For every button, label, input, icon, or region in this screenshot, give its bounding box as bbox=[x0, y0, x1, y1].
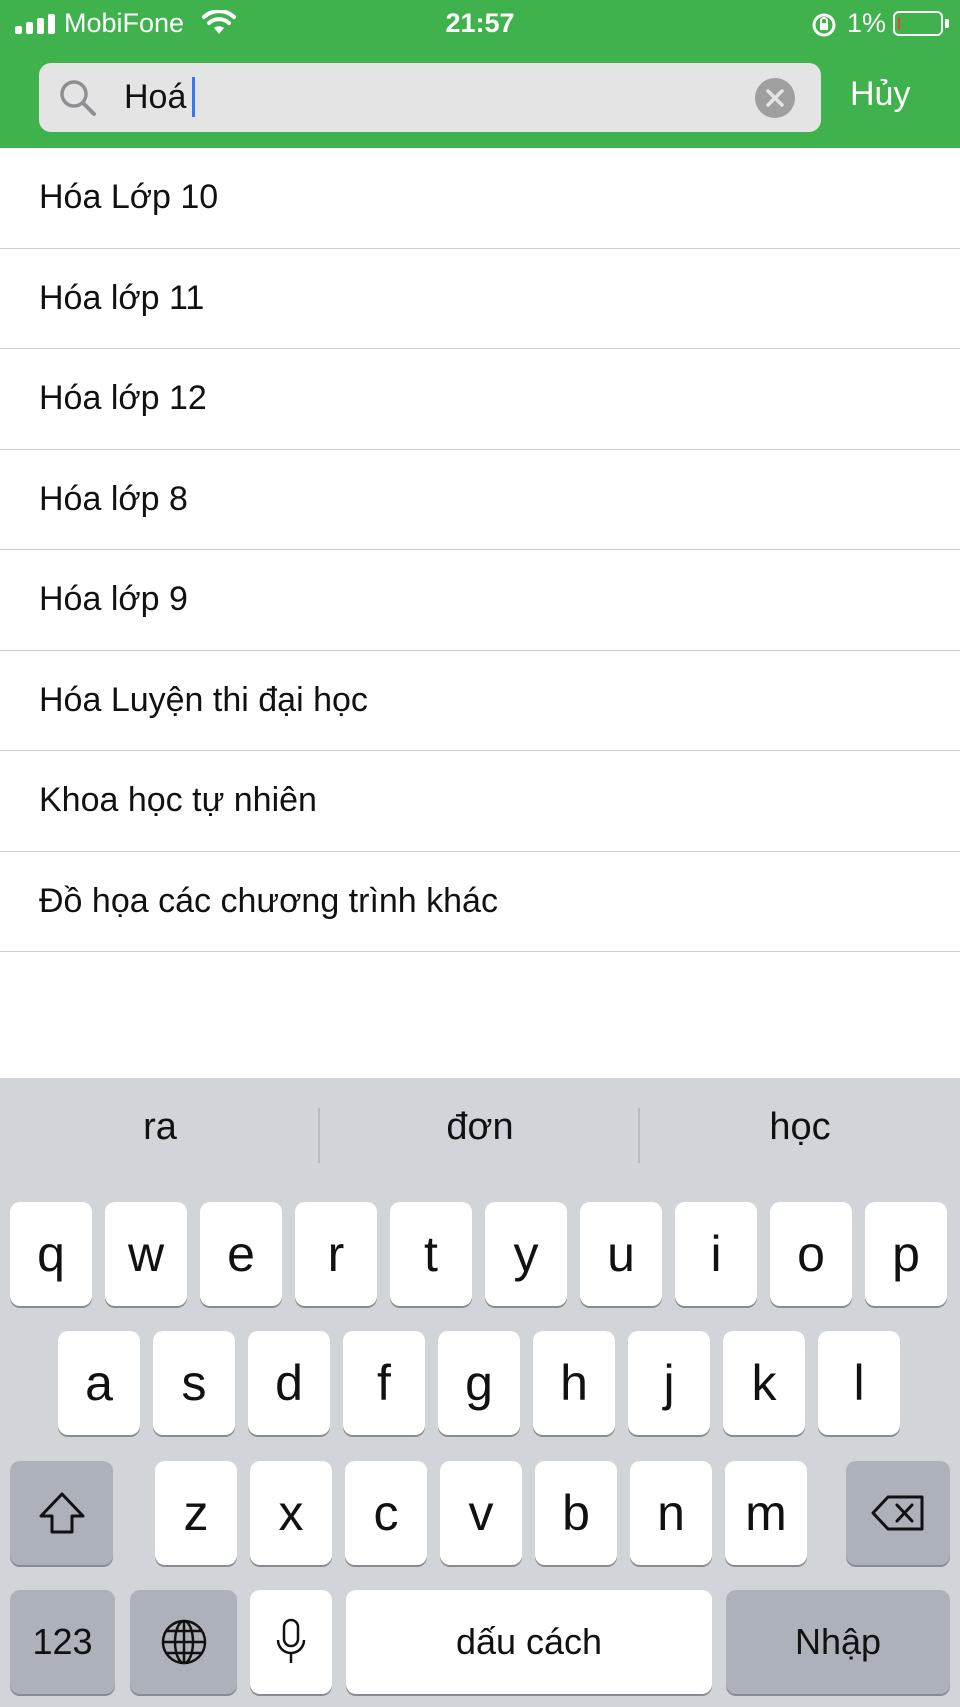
result-item-label: Hóa Lớp 10 bbox=[39, 178, 219, 217]
result-item[interactable]: Hóa lớp 12 bbox=[0, 349, 960, 450]
app-header: MobiFone 21:57 1% Hoá Hủy bbox=[0, 0, 960, 148]
key-x[interactable]: x bbox=[250, 1461, 332, 1565]
close-circle-icon bbox=[766, 89, 784, 107]
suggestion-1[interactable]: ra bbox=[0, 1106, 320, 1149]
battery-percent: 1% bbox=[847, 8, 887, 38]
key-q[interactable]: q bbox=[10, 1202, 92, 1306]
result-item[interactable]: Hóa Luyện thi đại học bbox=[0, 651, 960, 751]
result-item-label: Hóa Luyện thi đại học bbox=[39, 680, 368, 719]
key-y[interactable]: y bbox=[485, 1202, 567, 1306]
key-i[interactable]: i bbox=[675, 1202, 757, 1306]
battery-tip bbox=[945, 19, 949, 28]
key-s[interactable]: s bbox=[153, 1331, 235, 1435]
result-item[interactable]: Hóa lớp 11 bbox=[0, 249, 960, 349]
search-input-value: Hoá bbox=[124, 77, 187, 116]
text-caret bbox=[192, 77, 196, 117]
delete-key[interactable] bbox=[846, 1461, 950, 1565]
result-item-label: Hóa lớp 12 bbox=[39, 379, 207, 418]
key-d[interactable]: d bbox=[248, 1331, 330, 1435]
key-g[interactable]: g bbox=[438, 1331, 520, 1435]
key-p[interactable]: p bbox=[865, 1202, 947, 1306]
key-z[interactable]: z bbox=[155, 1461, 237, 1565]
globe-icon bbox=[161, 1619, 206, 1665]
key-h[interactable]: h bbox=[533, 1331, 615, 1435]
orientation-lock-icon bbox=[812, 13, 836, 37]
key-j[interactable]: j bbox=[628, 1331, 710, 1435]
key-b[interactable]: b bbox=[535, 1461, 617, 1565]
cancel-button[interactable]: Hủy bbox=[850, 75, 910, 114]
backspace-icon bbox=[871, 1495, 924, 1531]
microphone-icon bbox=[276, 1618, 306, 1663]
suggestion-bar: ra đơn học bbox=[0, 1078, 960, 1176]
key-e[interactable]: e bbox=[200, 1202, 282, 1306]
result-item-label: Khoa học tự nhiên bbox=[39, 781, 317, 820]
key-a[interactable]: a bbox=[58, 1331, 140, 1435]
result-item-label: Đồ họa các chương trình khác bbox=[39, 881, 498, 920]
key-c[interactable]: c bbox=[345, 1461, 427, 1565]
result-item-label: Hóa lớp 11 bbox=[39, 278, 205, 317]
key-m[interactable]: m bbox=[725, 1461, 807, 1565]
key-t[interactable]: t bbox=[390, 1202, 472, 1306]
search-results-list: Hóa Lớp 10 Hóa lớp 11 Hóa lớp 12 Hóa lớp 8 H… bbox=[0, 148, 960, 952]
dictation-key[interactable] bbox=[250, 1590, 332, 1694]
shift-key[interactable] bbox=[10, 1461, 113, 1565]
shift-icon bbox=[39, 1492, 84, 1534]
result-item[interactable]: Hóa Lớp 10 bbox=[0, 148, 960, 249]
key-k[interactable]: k bbox=[723, 1331, 805, 1435]
search-input[interactable]: Hoá bbox=[124, 75, 196, 119]
key-o[interactable]: o bbox=[770, 1202, 852, 1306]
search-field[interactable]: Hoá bbox=[39, 63, 821, 132]
numbers-key[interactable]: 123 bbox=[10, 1590, 115, 1694]
key-v[interactable]: v bbox=[440, 1461, 522, 1565]
battery-level-fill bbox=[898, 17, 900, 30]
space-key[interactable]: dấu cách bbox=[346, 1590, 712, 1694]
globe-key[interactable] bbox=[130, 1590, 237, 1694]
clear-search-button[interactable] bbox=[755, 78, 795, 118]
key-l[interactable]: l bbox=[818, 1331, 900, 1435]
key-f[interactable]: f bbox=[343, 1331, 425, 1435]
key-w[interactable]: w bbox=[105, 1202, 187, 1306]
result-item[interactable]: Hóa lớp 9 bbox=[0, 550, 960, 651]
suggestion-3[interactable]: học bbox=[640, 1106, 960, 1149]
key-u[interactable]: u bbox=[580, 1202, 662, 1306]
battery-icon bbox=[893, 11, 943, 36]
suggestion-2[interactable]: đơn bbox=[320, 1106, 640, 1149]
search-icon bbox=[60, 80, 96, 116]
result-item[interactable]: Hóa lớp 8 bbox=[0, 450, 960, 550]
result-item[interactable]: Khoa học tự nhiên bbox=[0, 751, 960, 852]
result-item-label: Hóa lớp 8 bbox=[39, 479, 188, 518]
key-n[interactable]: n bbox=[630, 1461, 712, 1565]
keyboard: ra đơn học 123 dấu cách Nhập q w e r t y… bbox=[0, 1078, 960, 1707]
status-bar: MobiFone 21:57 1% bbox=[0, 0, 960, 50]
key-r[interactable]: r bbox=[295, 1202, 377, 1306]
result-item-label: Hóa lớp 9 bbox=[39, 580, 188, 619]
return-key[interactable]: Nhập bbox=[726, 1590, 950, 1694]
result-item[interactable]: Đồ họa các chương trình khác bbox=[0, 852, 960, 952]
